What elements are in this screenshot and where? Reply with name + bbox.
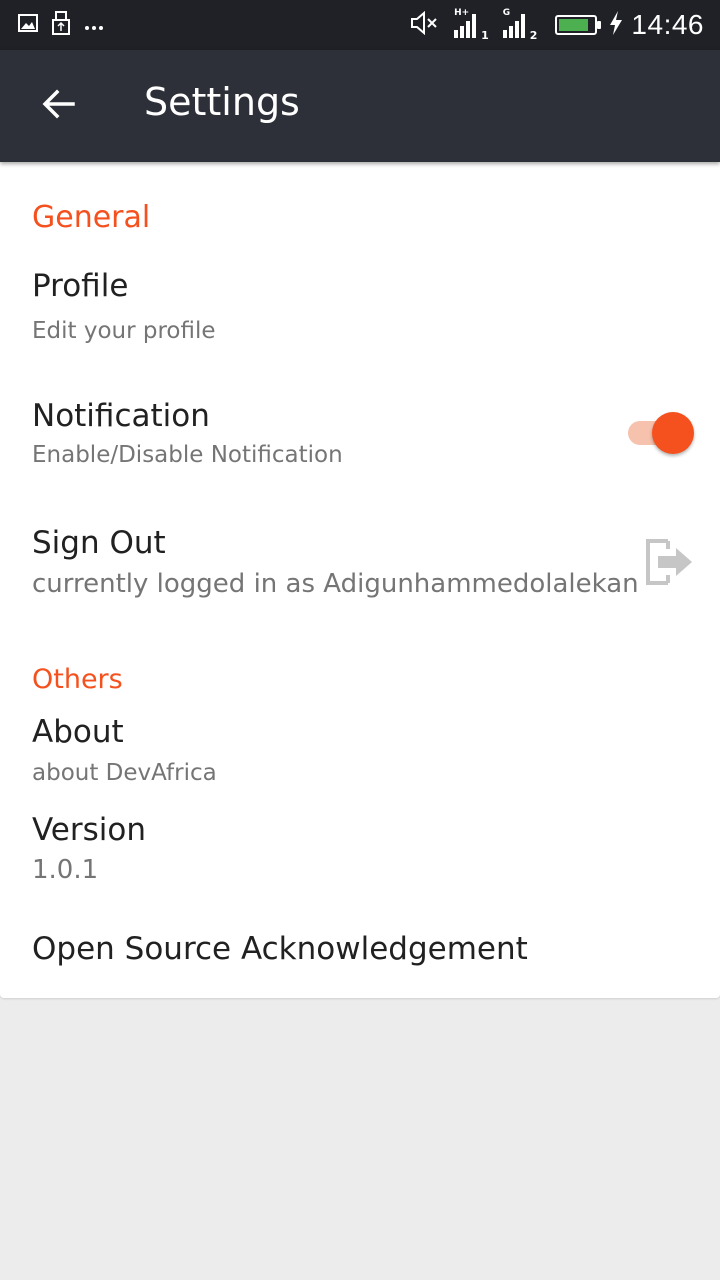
setting-subtitle-version: 1.0.1: [32, 855, 99, 885]
signal-sim2-icon: G 2: [502, 8, 537, 42]
more-notifications-icon: [84, 16, 104, 35]
battery-icon: [555, 15, 602, 35]
setting-item-notification[interactable]: Notification Enable/Disable Notification: [0, 398, 720, 488]
sim1-network-type: H+: [454, 8, 470, 18]
arrow-back-icon: [40, 86, 76, 126]
exit-to-app-icon[interactable]: [642, 535, 696, 589]
setting-item-sign-out[interactable]: Sign Out currently logged in as Adigunha…: [0, 525, 720, 615]
setting-title-licenses: Open Source Acknowledgement: [32, 931, 528, 967]
sim2-index: 2: [529, 29, 538, 42]
page-title: Settings: [144, 80, 300, 124]
sim2-network-type: G: [502, 8, 511, 18]
image-notification-icon: [18, 13, 38, 37]
status-bar: H+ 1 G 2 14:46: [0, 0, 720, 50]
app-bar: Settings: [0, 50, 720, 162]
setting-subtitle-sign-out: currently logged in as Adigunhammedolale…: [32, 569, 639, 599]
settings-card: General Profile Edit your profile Notifi…: [0, 162, 720, 998]
battery-level: [559, 19, 589, 31]
mute-icon: [410, 10, 440, 39]
section-header-others: Others: [32, 664, 123, 695]
setting-title-about: About: [32, 714, 124, 750]
setting-item-profile[interactable]: Profile Edit your profile: [0, 268, 720, 358]
usb-icon: [52, 11, 70, 39]
setting-item-version[interactable]: Version 1.0.1: [0, 812, 720, 892]
toggle-thumb: [652, 412, 694, 454]
charging-icon: [609, 11, 623, 39]
setting-title-version: Version: [32, 812, 146, 848]
back-button[interactable]: [28, 76, 88, 136]
status-bar-system: H+ 1 G 2 14:46: [410, 8, 704, 42]
sim1-index: 1: [481, 29, 489, 42]
setting-item-about[interactable]: About about DevAfrica: [0, 714, 720, 794]
section-header-general: General: [32, 200, 151, 235]
notification-toggle[interactable]: [628, 411, 694, 455]
setting-title-profile: Profile: [32, 268, 129, 304]
signal-sim1-icon: H+ 1: [454, 8, 489, 42]
setting-title-sign-out: Sign Out: [32, 525, 166, 561]
setting-title-notification: Notification: [32, 398, 210, 434]
setting-subtitle-profile: Edit your profile: [32, 318, 216, 344]
status-time: 14:46: [631, 9, 704, 40]
setting-subtitle-about: about DevAfrica: [32, 760, 217, 786]
setting-item-licenses[interactable]: Open Source Acknowledgement: [0, 931, 720, 981]
setting-subtitle-notification: Enable/Disable Notification: [32, 442, 343, 468]
status-bar-notifications: [18, 11, 104, 39]
